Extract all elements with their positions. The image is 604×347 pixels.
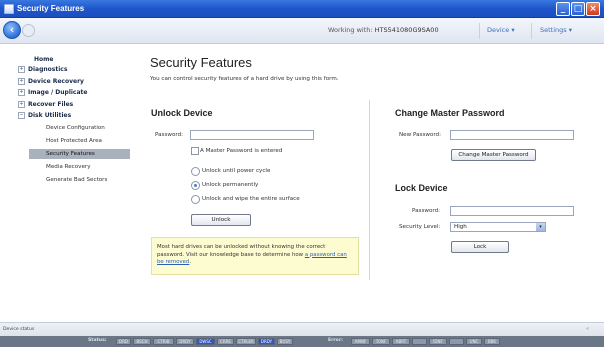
error-register-bit: T0NF <box>372 338 390 345</box>
change-master-password-heading: Change Master Password <box>395 108 505 118</box>
collapse-arrow-icon[interactable]: « <box>586 326 589 332</box>
security-level-value: High <box>454 224 467 230</box>
unlock-until-power-cycle-label: Unlock until power cycle <box>202 168 271 174</box>
back-arrow-icon: ‹ <box>9 23 15 36</box>
status-register-bit: CTRLER <box>236 338 256 345</box>
error-register-bit: UNC <box>466 338 482 345</box>
collapse-icon[interactable]: − <box>18 112 25 119</box>
close-icon: × <box>589 4 597 14</box>
sidebar-item-generate-bad-sectors[interactable]: Generate Bad Sectors <box>46 177 107 183</box>
sidebar-item-label: Recover Files <box>28 101 74 108</box>
error-register-bit <box>449 338 464 345</box>
note-text: Most hard drives can be unlocked without… <box>157 244 326 258</box>
chevron-down-icon: ▾ <box>568 26 573 34</box>
error-register-bit: AMNF <box>351 338 370 345</box>
security-level-label: Security Level: <box>399 224 441 230</box>
unlock-password-label: Password: <box>155 132 184 138</box>
error-register-bit: IDNF <box>429 338 447 345</box>
knowledge-base-note: Most hard drives can be unlocked without… <box>151 237 359 275</box>
sidebar-item-label: Device Recovery <box>28 78 84 85</box>
status-register-bit: BSCH <box>133 338 151 345</box>
unlock-permanently-label: Unlock permanently <box>202 182 259 188</box>
sidebar-item-image-duplicate[interactable]: + Image / Duplicate <box>18 89 87 97</box>
sidebar-item-label: Image / Duplicate <box>28 89 88 96</box>
minimize-button[interactable]: _ <box>556 2 570 16</box>
status-register-bit: DRDY <box>176 338 194 345</box>
lock-password-label: Password: <box>412 208 441 214</box>
error-register-bit: ABRT <box>392 338 410 345</box>
unlock-button[interactable]: Unlock <box>191 214 251 226</box>
forward-button[interactable] <box>22 24 35 37</box>
new-password-input[interactable] <box>450 130 574 140</box>
lock-password-input[interactable] <box>450 206 574 216</box>
chevron-down-icon: ▾ <box>536 223 545 231</box>
unlock-password-input[interactable] <box>190 130 314 140</box>
status-register-caption: Status: <box>88 338 107 343</box>
status-register-bit: BUSY <box>277 338 293 345</box>
settings-menu-label: Settings <box>540 26 567 34</box>
toolbar-divider <box>479 23 480 39</box>
drive-name: HTS541080G9SA00 <box>374 26 439 34</box>
lock-device-heading: Lock Device <box>395 183 448 193</box>
expand-icon[interactable]: + <box>18 89 25 96</box>
status-register-bit: CTRIB <box>153 338 174 345</box>
maximize-button[interactable]: □ <box>571 2 585 16</box>
unlock-until-power-cycle-radio[interactable] <box>191 167 200 176</box>
settings-menu[interactable]: Settings ▾ <box>540 26 572 34</box>
sidebar-item-disk-utilities[interactable]: − Disk Utilities <box>18 112 71 120</box>
master-password-checkbox[interactable] <box>191 147 199 155</box>
status-register-bit: DRD <box>116 338 131 345</box>
status-register-bit: DWSC <box>196 338 215 345</box>
sidebar-item-recover-files[interactable]: + Recover Files <box>18 101 73 109</box>
window-titlebar: Security Features _ □ × <box>0 0 604 18</box>
error-register-caption: Error: <box>328 338 343 343</box>
status-register-bit: CRRE <box>217 338 234 345</box>
unlock-permanently-radio[interactable] <box>191 181 200 190</box>
window-title: Security Features <box>17 4 85 13</box>
error-register-bit: BBK <box>484 338 500 345</box>
unlock-and-wipe-radio[interactable] <box>191 195 200 204</box>
device-menu-label: Device <box>487 26 510 34</box>
lock-button[interactable]: Lock <box>451 241 509 253</box>
change-master-password-button[interactable]: Change Master Password <box>451 149 536 161</box>
expand-icon[interactable]: + <box>18 66 25 73</box>
sidebar-item-diagnostics[interactable]: + Diagnostics <box>18 66 67 74</box>
sidebar-item-label: Diagnostics <box>28 66 68 73</box>
sidebar-item-media-recovery[interactable]: Media Recovery <box>46 164 91 170</box>
working-with: Working with: HTS541080G9SA00 <box>328 26 439 34</box>
device-status-label: Device status <box>3 327 35 332</box>
section-divider <box>369 100 370 280</box>
maximize-icon: □ <box>573 4 583 14</box>
sidebar-item-home[interactable]: Home <box>34 56 53 64</box>
back-button[interactable]: ‹ <box>3 21 21 39</box>
security-level-select[interactable]: High ▾ <box>450 222 546 232</box>
page-title: Security Features <box>150 55 252 70</box>
device-status-bar: Device status « <box>0 322 604 336</box>
expand-icon[interactable]: + <box>18 101 25 108</box>
sidebar-item-host-protected-area[interactable]: Host Protected Area <box>46 138 102 144</box>
register-status-bar: Status: DRD BSCH CTRIB DRDY DWSC CRRE CT… <box>0 336 604 347</box>
navigation-toolbar: ‹ Working with: HTS541080G9SA00 Device ▾… <box>0 18 604 44</box>
close-button[interactable]: × <box>586 2 600 16</box>
error-register-bit <box>412 338 427 345</box>
master-password-checkbox-label: A Master Password is entered <box>200 148 283 154</box>
unlock-device-heading: Unlock Device <box>151 108 213 118</box>
device-menu[interactable]: Device ▾ <box>487 26 515 34</box>
minimize-icon: _ <box>560 4 566 14</box>
sidebar-item-label: Disk Utilities <box>28 112 72 119</box>
new-password-label: New Password: <box>399 132 441 138</box>
sidebar-item-security-features[interactable]: Security Features <box>29 149 130 159</box>
working-with-label: Working with: <box>328 26 373 34</box>
app-icon <box>4 4 14 14</box>
toolbar-divider <box>531 23 532 39</box>
page-subtitle: You can control security features of a h… <box>150 76 339 82</box>
status-register-bit: DRDY <box>258 338 275 345</box>
sidebar-item-device-recovery[interactable]: + Device Recovery <box>18 78 84 86</box>
unlock-and-wipe-label: Unlock and wipe the entire surface <box>202 196 300 202</box>
expand-icon[interactable]: + <box>18 78 25 85</box>
chevron-down-icon: ▾ <box>511 26 515 34</box>
note-end: . <box>189 259 192 265</box>
sidebar-item-device-configuration[interactable]: Device Configuration <box>46 125 105 131</box>
